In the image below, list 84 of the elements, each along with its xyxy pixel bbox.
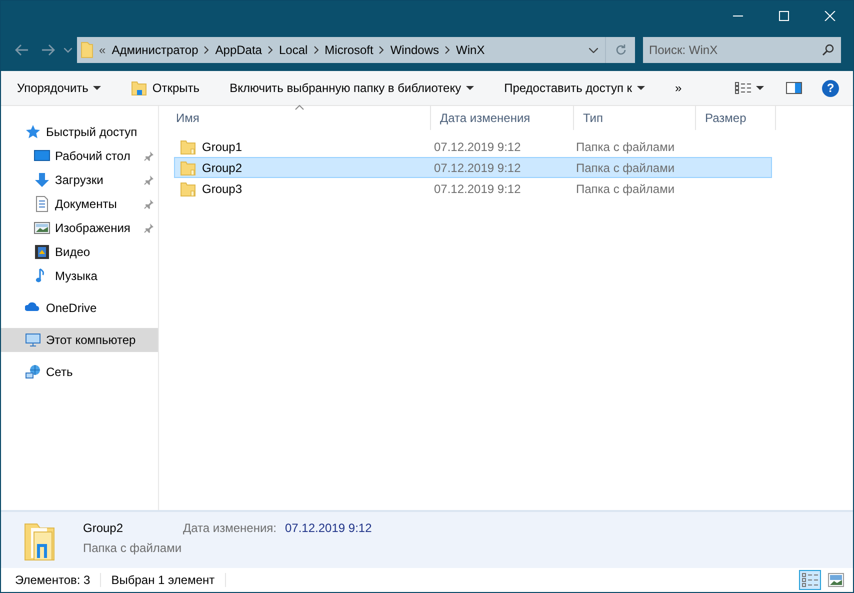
file-row[interactable]: Group3 07.12.2019 9:12 Папка с файлами xyxy=(174,178,772,199)
chevron-right-icon xyxy=(445,46,450,54)
film-icon xyxy=(34,244,50,260)
sidebar-item[interactable]: Видео xyxy=(1,240,158,264)
property-label: Дата изменения: xyxy=(183,520,278,535)
file-row[interactable]: Group1 07.12.2019 9:12 Папка с файлами xyxy=(174,136,772,157)
file-name: Group2 xyxy=(202,160,242,174)
breadcrumb[interactable]: Администратор xyxy=(112,43,198,57)
folder-icon xyxy=(180,180,196,196)
file-name: Group1 xyxy=(202,140,242,154)
thumbnail-view-button[interactable] xyxy=(825,570,847,590)
column-header[interactable]: Размер xyxy=(696,106,776,130)
sidebar-item[interactable]: Быстрый доступ xyxy=(1,120,158,144)
preview-pane-icon xyxy=(786,82,802,94)
caret-icon xyxy=(637,86,646,90)
file-name: Group3 xyxy=(202,182,242,196)
item-type: Папка с файлами xyxy=(83,541,183,555)
maximize-icon xyxy=(778,11,790,21)
picture-icon xyxy=(34,220,50,236)
sidebar-item[interactable]: Этот компьютер xyxy=(1,328,158,352)
file-row[interactable]: Group2 07.12.2019 9:12 Папка с файлами xyxy=(174,157,772,178)
caret-icon xyxy=(466,86,474,90)
sidebar-item[interactable]: Документы xyxy=(1,192,158,216)
refresh-icon xyxy=(614,44,626,56)
chevron-down-icon[interactable] xyxy=(588,48,598,52)
document-icon xyxy=(34,196,50,212)
toolbar-button[interactable]: Открыть xyxy=(125,76,206,100)
network-globe-icon xyxy=(25,364,41,380)
desktop-icon xyxy=(34,148,50,164)
date-cell-text: 07.12.2019 9:12 xyxy=(433,180,522,198)
folder-icon xyxy=(180,138,196,154)
sidebar-item[interactable]: Рабочий стол xyxy=(1,144,158,168)
breadcrumb[interactable]: WinX xyxy=(456,43,485,57)
folder-icon xyxy=(81,42,93,58)
breadcrumb[interactable]: Microsoft xyxy=(324,43,374,57)
close-icon xyxy=(824,11,836,21)
toolbar-button[interactable]: Включить выбранную папку в библиотеку xyxy=(224,77,480,99)
column-header[interactable]: Тип xyxy=(574,106,696,130)
search-field[interactable]: Поиск: WinX xyxy=(643,37,841,63)
breadcrumb[interactable]: Local xyxy=(278,43,308,57)
sidebar-item[interactable]: Изображения xyxy=(1,216,158,240)
breadcrumb[interactable]: Windows xyxy=(390,43,440,57)
sidebar-item[interactable]: OneDrive xyxy=(1,296,158,320)
details-view-button[interactable] xyxy=(799,570,821,590)
type-cell-text: Папка с файлами xyxy=(575,180,676,198)
sidebar-item[interactable]: Сеть xyxy=(1,360,158,384)
search-icon xyxy=(822,44,834,56)
toolbar-button[interactable]: Упорядочить xyxy=(11,77,108,99)
folder-icon xyxy=(180,160,196,176)
chevron-right-icon xyxy=(268,46,273,54)
thumbnail-view-icon xyxy=(828,573,844,587)
details-view-icon xyxy=(735,82,751,94)
date-cell-text: 07.12.2019 9:12 xyxy=(433,160,522,176)
forward-arrow-icon xyxy=(41,44,55,56)
item-name: Group2 xyxy=(83,521,124,535)
property-value: 07.12.2019 9:12 xyxy=(285,520,372,535)
toolbar-button[interactable]: Предоставить доступ к xyxy=(498,77,652,99)
sidebar-item[interactable]: Музыка xyxy=(1,264,158,288)
column-header[interactable]: Дата изменения xyxy=(431,106,574,130)
help-button[interactable]: ? xyxy=(822,80,839,96)
item-count: Элементов: 3 xyxy=(15,573,102,587)
selection-count: Выбран 1 элемент xyxy=(111,573,226,587)
sidebar-item[interactable]: Загрузки xyxy=(1,168,158,192)
type-cell-text: Папка с файлами xyxy=(575,160,676,176)
chevron-right-icon xyxy=(314,46,319,54)
overflow-chevron[interactable]: « xyxy=(99,43,106,57)
caret-icon xyxy=(93,86,102,90)
breadcrumb[interactable]: AppData xyxy=(215,43,262,57)
computer-icon xyxy=(25,332,41,348)
date-cell-text: 07.12.2019 9:12 xyxy=(433,138,522,156)
details-view-icon xyxy=(802,573,818,587)
star-icon xyxy=(25,124,41,140)
address-bar[interactable]: « Администратор AppData Local Microsoft Windows WinX xyxy=(77,37,635,63)
back-arrow-icon xyxy=(15,44,29,56)
caret-icon xyxy=(756,86,764,90)
sort-caret-icon xyxy=(294,105,304,110)
type-cell-text: Папка с файлами xyxy=(575,138,676,156)
chevron-down-icon xyxy=(64,48,72,52)
download-arrow-icon xyxy=(34,172,50,188)
open-folder-icon xyxy=(131,80,148,96)
column-header[interactable]: Имя xyxy=(167,106,431,130)
chevron-right-icon xyxy=(204,46,210,54)
chevron-right-icon xyxy=(379,46,384,54)
toolbar-button[interactable]: » xyxy=(669,77,688,99)
